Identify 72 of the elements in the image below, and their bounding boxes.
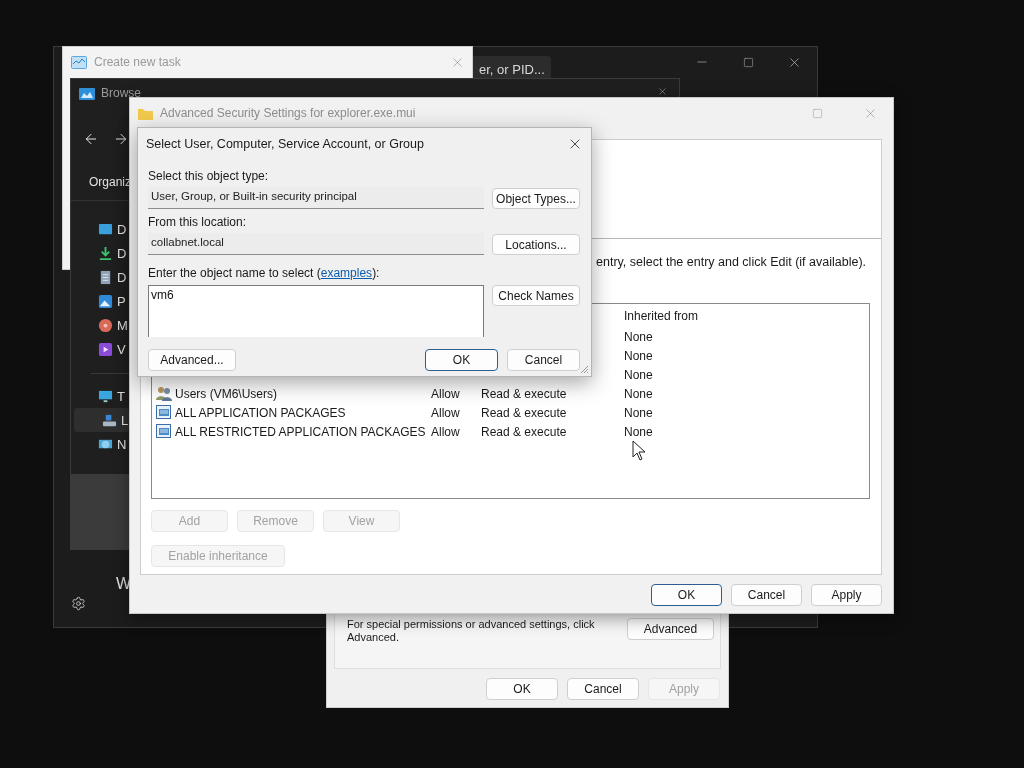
advanced-button[interactable]: Advanced bbox=[627, 618, 714, 640]
nav-item[interactable]: M bbox=[74, 313, 129, 337]
videos-icon bbox=[98, 341, 113, 357]
download-icon bbox=[98, 245, 113, 261]
column-header: Inherited from bbox=[624, 309, 700, 323]
table-cell-text: Read & execute bbox=[481, 386, 568, 401]
object-name-field[interactable]: vm6 bbox=[148, 285, 484, 337]
task-manager-icon bbox=[71, 55, 87, 69]
maximize-icon bbox=[742, 56, 754, 68]
desktop-icon bbox=[98, 221, 113, 237]
nav-item[interactable]: N bbox=[74, 432, 129, 456]
maximize-icon bbox=[811, 107, 823, 119]
nav-item[interactable]: D bbox=[74, 265, 129, 289]
advanced-button[interactable]: Advanced... bbox=[148, 349, 236, 371]
users-icon bbox=[156, 386, 172, 401]
nav-item[interactable]: P bbox=[74, 289, 129, 313]
object-type-field: User, Group, or Built-in security principal bbox=[148, 187, 484, 209]
table-cell-text: None bbox=[624, 405, 654, 420]
music-icon bbox=[98, 317, 113, 333]
dialog-button[interactable]: OK bbox=[486, 678, 558, 700]
window-title: Create new task bbox=[94, 55, 181, 69]
document-icon bbox=[98, 269, 113, 285]
dialog-button[interactable]: Apply bbox=[811, 584, 882, 606]
package-icon bbox=[156, 424, 172, 439]
check-names-button[interactable]: Check Names bbox=[492, 285, 580, 306]
table-cell-text: Allow bbox=[431, 405, 461, 420]
table-cell-text: None bbox=[624, 424, 654, 439]
object-types-button[interactable]: Object Types... bbox=[492, 188, 580, 209]
table-cell: Users (VM6\Users) bbox=[156, 386, 431, 401]
table-cell-text: None bbox=[624, 386, 654, 401]
nav-item[interactable]: L bbox=[74, 408, 129, 432]
table-cell-text: None bbox=[624, 367, 654, 382]
folder-icon bbox=[79, 86, 95, 100]
computer-icon bbox=[98, 388, 113, 404]
instruction-text: entry, select the entry and click Edit (if available). bbox=[596, 255, 867, 269]
field-label: Enter the object name to select (examples): bbox=[148, 266, 380, 280]
advanced-note: For special permissions or advanced settings, click Advanced. bbox=[347, 618, 596, 644]
window-title: Advanced Security Settings for explorer.exe.mui bbox=[160, 106, 416, 120]
examples-link[interactable]: examples bbox=[320, 266, 373, 280]
package-icon bbox=[156, 405, 172, 420]
dialog-button[interactable]: Cancel bbox=[567, 678, 639, 700]
table-cell-text: Read & execute bbox=[481, 424, 568, 439]
pictures-icon bbox=[98, 293, 113, 309]
location-field: collabnet.local bbox=[148, 233, 484, 255]
forward-button[interactable] bbox=[113, 131, 129, 147]
field-label: Select this object type: bbox=[148, 169, 269, 183]
dialog-button[interactable]: OK bbox=[425, 349, 498, 371]
nav-item[interactable]: V bbox=[74, 337, 129, 361]
table-cell-text: None bbox=[624, 348, 654, 363]
close-icon bbox=[656, 86, 668, 97]
table-cell-text: Read & execute bbox=[481, 405, 568, 420]
settings-button[interactable] bbox=[70, 596, 86, 611]
dialog-title: Select User, Computer, Service Account, or Group bbox=[146, 136, 424, 151]
nav-item[interactable]: D bbox=[74, 217, 129, 241]
resize-grip-icon[interactable] bbox=[580, 365, 589, 374]
window-title: Browse bbox=[101, 86, 141, 100]
table-cell-text: Allow bbox=[431, 424, 461, 439]
locations-button[interactable]: Locations... bbox=[492, 234, 580, 255]
field-label: From this location: bbox=[148, 215, 247, 229]
folder-icon bbox=[138, 106, 153, 120]
dialog-button[interactable]: Cancel bbox=[731, 584, 802, 606]
nav-item[interactable]: T bbox=[74, 384, 129, 408]
back-button[interactable] bbox=[83, 131, 99, 147]
dialog-button[interactable]: OK bbox=[651, 584, 722, 606]
table-cell-text: None bbox=[624, 329, 654, 344]
dialog-button[interactable]: Cancel bbox=[507, 349, 580, 371]
table-cell: ALL RESTRICTED APPLICATION PACKAGES bbox=[156, 424, 431, 439]
nav-item[interactable]: D bbox=[74, 241, 129, 265]
mouse-cursor-icon bbox=[632, 440, 646, 461]
drive-icon bbox=[102, 412, 117, 428]
table-cell-text: Allow bbox=[431, 386, 461, 401]
table-cell: ALL APPLICATION PACKAGES bbox=[156, 405, 431, 420]
